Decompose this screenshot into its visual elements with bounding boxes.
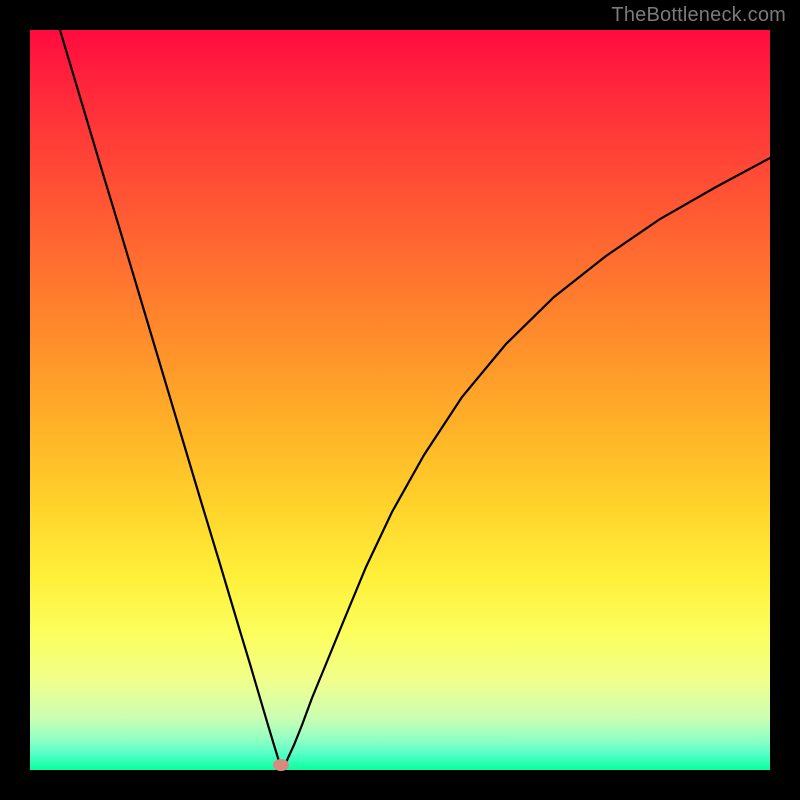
plot-area [30,30,770,770]
chart-frame: TheBottleneck.com [0,0,800,800]
curve-right [283,158,770,770]
minimum-marker [273,759,289,771]
curve-left [60,30,281,770]
curve-svg [30,30,770,770]
watermark-text: TheBottleneck.com [611,4,786,27]
